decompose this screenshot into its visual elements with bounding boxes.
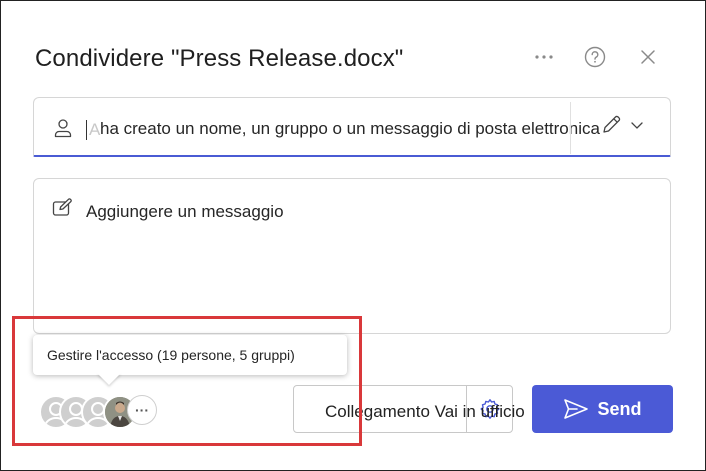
message-placeholder: Aggiungere un messaggio: [86, 202, 284, 221]
person-icon: [54, 119, 72, 138]
recipient-input[interactable]: [100, 116, 670, 142]
text-caret: [86, 120, 87, 140]
recipient-ghost-char: A: [89, 120, 101, 139]
recipient-divider: [570, 102, 571, 154]
help-icon: [584, 46, 606, 68]
send-icon: [564, 399, 589, 419]
message-field[interactable]: Aggiungere un messaggio: [33, 178, 671, 334]
more-options-button[interactable]: [530, 43, 558, 71]
dialog-title: Condividere "Press Release.docx": [35, 45, 404, 72]
compose-icon: [52, 198, 72, 216]
share-dialog: Condividere "Press Release.docx" A ha cr…: [0, 0, 706, 471]
tooltip-arrow: [97, 373, 121, 385]
send-label: Send: [597, 398, 642, 419]
link-settings-label: Collegamento Vai in ufficio: [325, 402, 525, 421]
more-horizontal-icon: [535, 55, 553, 59]
recipient-field[interactable]: A: [33, 97, 671, 157]
chevron-down-icon[interactable]: [630, 120, 644, 130]
close-icon: [641, 50, 655, 64]
manage-access-tooltip: Gestire l'accesso (19 persone, 5 gruppi): [33, 335, 347, 375]
close-button[interactable]: [634, 43, 662, 71]
pencil-icon[interactable]: [600, 114, 622, 136]
send-button[interactable]: Send: [532, 385, 673, 433]
help-button[interactable]: [581, 43, 609, 71]
link-settings-button[interactable]: Collegamento Vai in ufficio: [293, 385, 525, 433]
more-people-icon: ···: [127, 395, 157, 425]
manage-access-button[interactable]: ···: [39, 395, 163, 429]
